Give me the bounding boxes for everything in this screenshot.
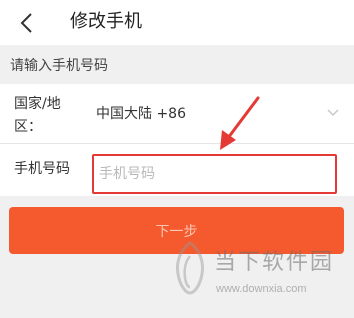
- chevron-left-icon[interactable]: [17, 11, 37, 35]
- page-title: 修改手机: [70, 11, 142, 32]
- watermark-url: www.downxia.com: [216, 283, 307, 295]
- watermark-logo: [176, 241, 204, 295]
- watermark-brand: 当下软件园: [214, 250, 335, 275]
- phone-input[interactable]: [92, 154, 337, 194]
- annotation-arrow: [220, 96, 260, 150]
- chevron-down-icon: [327, 109, 339, 117]
- watermark: 当下软件园 www.downxia.com: [172, 240, 354, 310]
- country-value: 中国大陆 +86: [96, 106, 186, 122]
- country-selector[interactable]: 国家/地区： 中国大陆 +86: [0, 84, 354, 144]
- phone-row: 手机号码: [0, 144, 354, 196]
- section-hint: 请输入手机号码: [10, 58, 108, 74]
- phone-label: 手机号码: [14, 161, 70, 177]
- country-label: 国家/地区：: [14, 96, 61, 135]
- form-card: 国家/地区： 中国大陆 +86 手机号码: [0, 84, 354, 196]
- top-navbar: 修改手机: [0, 0, 354, 45]
